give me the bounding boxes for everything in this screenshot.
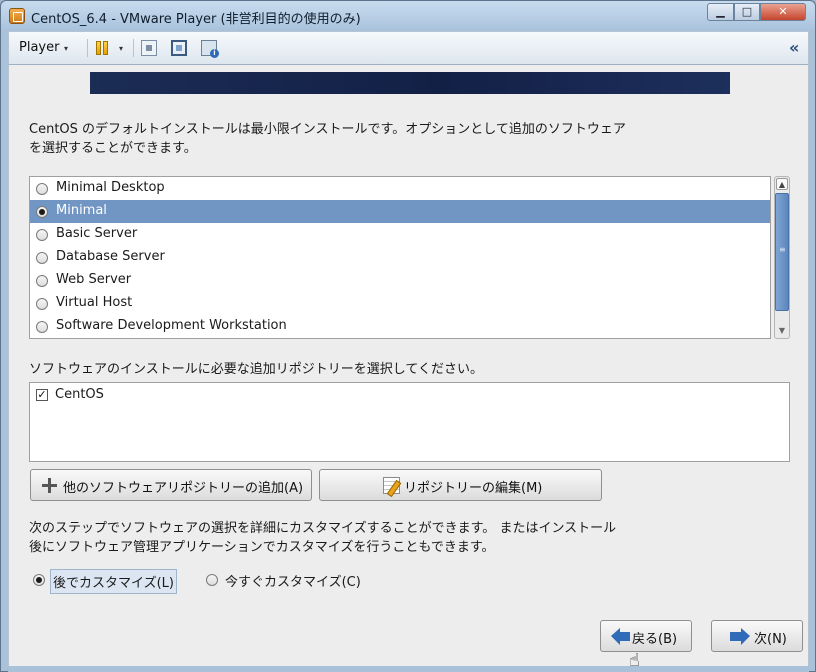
- list-item-label: Basic Server: [56, 226, 138, 241]
- button-label: 次(N): [754, 632, 787, 647]
- repository-list[interactable]: ✓ CentOS: [29, 382, 790, 462]
- centos-repo-checkbox[interactable]: ✓: [36, 389, 48, 401]
- pause-dropdown-icon[interactable]: ▾: [119, 44, 123, 53]
- list-item-minimal[interactable]: Minimal: [30, 200, 770, 223]
- radio-button[interactable]: [36, 275, 48, 287]
- back-button[interactable]: 戻る(B): [600, 620, 692, 652]
- profile-list-scrollbar[interactable]: ▲ ≡ ▼: [774, 176, 790, 339]
- list-item-database-server[interactable]: Database Server: [30, 246, 770, 269]
- customize-now-option[interactable]: 今すぐカスタマイズ(C): [202, 569, 382, 591]
- radio-button[interactable]: [206, 574, 218, 586]
- grip-icon: ≡: [779, 245, 786, 254]
- repo-prompt: ソフトウェアのインストールに必要な追加リポジトリーを選択してください。: [29, 362, 483, 377]
- title-bar[interactable]: CentOS_6.4 - VMware Player (非営利目的の使用のみ) …: [1, 1, 815, 31]
- button-label: 戻る(B): [632, 632, 678, 647]
- list-item-web-server[interactable]: Web Server: [30, 269, 770, 292]
- list-item-label: Virtual Host: [56, 295, 133, 310]
- vmware-app-icon: [9, 8, 25, 24]
- minimize-button[interactable]: ▁: [707, 3, 734, 21]
- arrow-left-icon: [611, 628, 631, 645]
- window-title: CentOS_6.4 - VMware Player (非営利目的の使用のみ): [31, 12, 361, 27]
- toolbar-separator: [87, 39, 88, 57]
- arrow-right-icon: [730, 628, 750, 645]
- intro-text: CentOS のデフォルトインストールは最小限インストールです。オプションとして…: [29, 120, 649, 158]
- radio-button[interactable]: [33, 574, 45, 586]
- radio-button[interactable]: [36, 252, 48, 264]
- edit-repository-button[interactable]: リポジトリーの編集(M): [319, 469, 602, 501]
- unity-icon[interactable]: [201, 40, 219, 58]
- list-item-label: Database Server: [56, 249, 165, 264]
- list-item-label: Software Development Workstation: [56, 318, 287, 333]
- install-profile-list[interactable]: Minimal Desktop Minimal Basic Server Dat…: [29, 176, 771, 339]
- list-item-software-development-workstation[interactable]: Software Development Workstation: [30, 315, 770, 338]
- close-button[interactable]: ✕: [760, 3, 806, 21]
- button-label: 他のソフトウェアリポジトリーの追加(A): [63, 481, 304, 496]
- edit-icon: [383, 477, 400, 494]
- pause-icon[interactable]: [95, 40, 111, 56]
- radio-button[interactable]: [36, 229, 48, 241]
- player-menu-button[interactable]: Player: [19, 40, 59, 55]
- customize-later-label: 後でカスタマイズ(L): [50, 569, 177, 594]
- scroll-down-icon[interactable]: ▼: [776, 325, 788, 337]
- scroll-up-icon[interactable]: ▲: [776, 178, 788, 190]
- radio-button[interactable]: [36, 183, 48, 195]
- next-button[interactable]: 次(N): [711, 620, 803, 652]
- customize-later-option[interactable]: 後でカスタマイズ(L): [29, 569, 179, 594]
- maximize-button[interactable]: □: [734, 3, 760, 21]
- installer-banner: [90, 72, 730, 94]
- list-item-label: Web Server: [56, 272, 132, 287]
- installer-content: CentOS のデフォルトインストールは最小限インストールです。オプションとして…: [8, 65, 809, 671]
- repo-item-label: CentOS: [55, 387, 104, 402]
- list-item-basic-server[interactable]: Basic Server: [30, 223, 770, 246]
- customize-line: 後にソフトウェア管理アプリケーションでカスタマイズを行うこともできます。: [29, 540, 495, 555]
- customize-now-label: 今すぐカスタマイズ(C): [225, 575, 361, 590]
- collapse-toolbar-icon[interactable]: «: [789, 38, 799, 57]
- window-bottom-border: [8, 666, 809, 672]
- button-label: リポジトリーの編集(M): [404, 481, 543, 496]
- scrollbar-thumb[interactable]: ≡: [775, 193, 789, 311]
- plus-icon: [41, 477, 58, 494]
- list-item-label: Minimal: [56, 203, 107, 218]
- list-item-minimal-desktop[interactable]: Minimal Desktop: [30, 177, 770, 200]
- radio-button[interactable]: [36, 206, 48, 218]
- intro-line: CentOS のデフォルトインストールは最小限インストールです。オプションとして…: [29, 122, 626, 137]
- customize-line: 次のステップでソフトウェアの選択を詳細にカスタマイズすることができます。 または…: [29, 521, 617, 536]
- player-toolbar: Player ▾ ▾ «: [8, 31, 809, 65]
- player-menu-dropdown-icon[interactable]: ▾: [64, 44, 68, 53]
- intro-line: を選択することができます。: [29, 141, 197, 156]
- list-item-virtual-host[interactable]: Virtual Host: [30, 292, 770, 315]
- fullscreen-icon[interactable]: [171, 40, 187, 56]
- add-repository-button[interactable]: 他のソフトウェアリポジトリーの追加(A): [30, 469, 312, 501]
- toolbar-separator: [133, 39, 134, 57]
- radio-button[interactable]: [36, 298, 48, 310]
- customize-description: 次のステップでソフトウェアの選択を詳細にカスタマイズすることができます。 または…: [29, 519, 669, 557]
- radio-button[interactable]: [36, 321, 48, 333]
- vmware-player-window: CentOS_6.4 - VMware Player (非営利目的の使用のみ) …: [0, 0, 816, 672]
- network-icon[interactable]: [141, 40, 157, 56]
- list-item-label: Minimal Desktop: [56, 180, 165, 195]
